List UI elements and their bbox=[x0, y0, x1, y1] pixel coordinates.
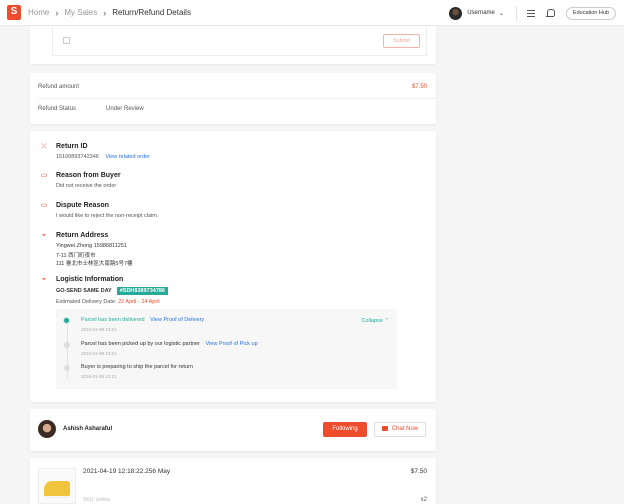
address-line: 7-11 西门町夜市 bbox=[56, 253, 96, 259]
address-line: 111 臺北市士林區大南路5号7樓 bbox=[56, 261, 133, 267]
view-related-order-link[interactable]: View related order bbox=[105, 154, 150, 160]
refund-status-value: Under Review bbox=[106, 106, 144, 112]
menu-icon[interactable] bbox=[526, 9, 535, 17]
event-title: Parcel has been delivered bbox=[81, 317, 145, 323]
shop-card: Ashish Asharaful Following Chat Now bbox=[30, 409, 436, 451]
refund-amount-value: $7.50 bbox=[411, 84, 427, 90]
chat-bubble-icon: ▭ bbox=[40, 172, 48, 179]
timeline-dot bbox=[64, 342, 70, 348]
chevron-right-icon: › bbox=[103, 7, 107, 18]
timeline-event-title: Parcel has been delivered View Proof of … bbox=[81, 317, 204, 323]
logistics-title: Logistic Information bbox=[56, 276, 124, 283]
return-address-title: Return Address bbox=[56, 232, 109, 239]
product-image[interactable] bbox=[38, 468, 76, 504]
carrier-line: GO-SEND SAME DAY #SDH8389734786 bbox=[56, 287, 168, 295]
shopee-logo-icon[interactable] bbox=[7, 5, 21, 20]
refund-card: Refund amount $7.50 Refund Status Under … bbox=[30, 73, 436, 124]
chat-icon bbox=[381, 425, 388, 431]
location-pin-icon: ⌖ bbox=[42, 276, 46, 283]
shop-avatar[interactable] bbox=[38, 420, 56, 438]
tracking-timeline: Collapse ⌃ Parcel has been delivered Vie… bbox=[56, 309, 397, 389]
refund-status-row: Refund Status Under Review bbox=[38, 106, 427, 112]
refund-amount-label: Refund amount bbox=[38, 84, 80, 90]
refund-amount-row: Refund amount $7.50 bbox=[38, 84, 427, 90]
collapse-label: Collapse bbox=[361, 318, 383, 324]
dispute-value: I would like to reject the non-receipt c… bbox=[56, 213, 159, 219]
timeline-event-time: 2019-01-08 13:21 bbox=[81, 374, 117, 379]
chat-bubble-icon: ▭ bbox=[40, 202, 48, 209]
submit-button[interactable]: Submit bbox=[383, 34, 420, 48]
carrier-name: GO-SEND SAME DAY bbox=[56, 288, 112, 294]
breadcrumb-home[interactable]: Home bbox=[28, 8, 49, 17]
top-bar: Home › My Sales › Return/Refund Details … bbox=[0, 0, 624, 26]
shoe-image bbox=[44, 481, 70, 499]
return-id-value: 15100893742346 bbox=[56, 154, 99, 160]
checkbox[interactable] bbox=[63, 37, 70, 44]
timeline-event-time: 2019-01-08 13:21 bbox=[81, 327, 117, 332]
collapse-toggle[interactable]: Collapse ⌃ bbox=[361, 318, 389, 324]
return-detail-card: ⤬ Return ID 15100893742346 View related … bbox=[30, 131, 436, 402]
view-proof-of-pickup-link[interactable]: View Proof of Pick up bbox=[205, 341, 257, 347]
user-avatar[interactable] bbox=[449, 6, 463, 20]
chevron-down-icon[interactable]: ⌄ bbox=[499, 10, 504, 17]
view-proof-of-delivery-link[interactable]: View Proof of Delivery bbox=[150, 317, 204, 323]
breadcrumb: Home › My Sales › Return/Refund Details bbox=[28, 8, 191, 18]
address-line: Yingwei.Zhong 15986811251 bbox=[56, 243, 127, 249]
return-id-icon: ⤬ bbox=[41, 143, 47, 150]
top-card: Submit bbox=[30, 26, 436, 64]
timeline-dot-active bbox=[63, 317, 70, 324]
refund-status-label: Refund Status bbox=[38, 106, 77, 112]
eta-label: Estimated Delivery Date: bbox=[56, 299, 117, 305]
education-hub-button[interactable]: Education Hub bbox=[565, 6, 616, 20]
username[interactable]: Username bbox=[467, 10, 495, 16]
timeline-event-title: Buyer is preparing to ship the parcel fo… bbox=[81, 364, 193, 370]
item-price: $7.50 bbox=[410, 468, 427, 475]
location-pin-icon: ⌖ bbox=[42, 232, 46, 239]
bell-icon[interactable] bbox=[545, 9, 555, 17]
input-box: Submit bbox=[52, 26, 427, 56]
timeline-dot bbox=[64, 365, 70, 371]
dispute-title: Dispute Reason bbox=[56, 202, 109, 209]
item-sku: SKU: yellow bbox=[83, 497, 110, 503]
following-button[interactable]: Following bbox=[323, 422, 367, 437]
reason-value: Did not receive the order bbox=[56, 183, 117, 189]
divider bbox=[38, 98, 436, 99]
timeline-event-time: 2019-01-08 13:21 bbox=[81, 351, 117, 356]
event-title: Parcel has been picked up by our logisti… bbox=[81, 341, 200, 347]
item-card: 2021-04-19 12:18:22.256 May $7.50 SKU: y… bbox=[30, 458, 436, 504]
divider bbox=[515, 5, 517, 21]
chat-now-button[interactable]: Chat Now bbox=[374, 422, 426, 437]
return-id-title: Return ID bbox=[56, 143, 88, 150]
eta-value: 22 April - 24 April bbox=[118, 299, 160, 305]
chevron-right-icon: › bbox=[55, 7, 59, 18]
breadcrumb-current: Return/Refund Details bbox=[112, 8, 191, 17]
reason-title: Reason from Buyer bbox=[56, 172, 121, 179]
breadcrumb-my-sales[interactable]: My Sales bbox=[64, 8, 97, 17]
timeline-event-title: Parcel has been picked up by our logisti… bbox=[81, 341, 258, 347]
tracking-number-badge[interactable]: #SDH8389734786 bbox=[116, 287, 168, 295]
eta-line: Estimated Delivery Date: 22 April - 24 A… bbox=[56, 299, 160, 305]
item-title[interactable]: 2021-04-19 12:18:22.256 May bbox=[83, 468, 170, 475]
chat-now-label: Chat Now bbox=[391, 426, 419, 432]
chevron-up-icon: ⌃ bbox=[384, 318, 389, 324]
shop-name[interactable]: Ashish Asharaful bbox=[63, 426, 112, 432]
return-id-value-line: 15100893742346 View related order bbox=[56, 154, 150, 160]
item-quantity: x2 bbox=[420, 497, 427, 503]
